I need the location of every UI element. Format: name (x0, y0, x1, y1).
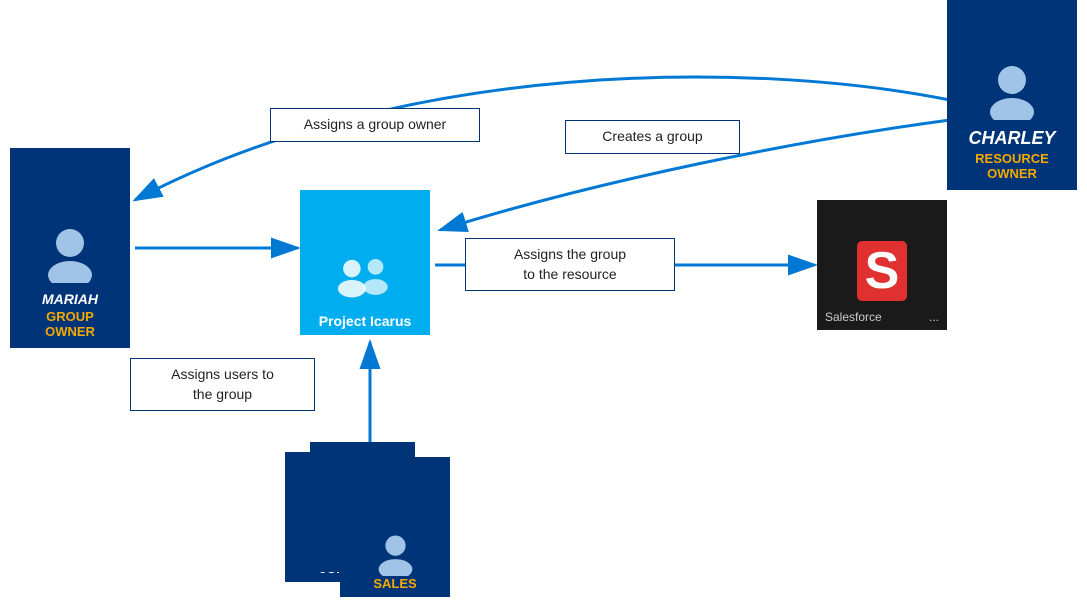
mariah-name: MARIAH (40, 287, 100, 309)
salesforce-label: Salesforce (825, 310, 882, 324)
assigns-resource-text: Assigns the groupto the resource (514, 246, 626, 282)
assigns-owner-label: Assigns a group owner (270, 108, 480, 142)
charley-role: RESOURCEOWNER (975, 151, 1049, 182)
salesforce-dots: ... (929, 310, 939, 324)
mariah-avatar-icon (40, 223, 100, 283)
assigns-users-text: Assigns users tothe group (171, 366, 274, 402)
sales-card: SALES (340, 457, 450, 597)
group-icon (330, 252, 400, 307)
salesforce-card: S Salesforce ... (817, 200, 947, 330)
creates-group-label: Creates a group (565, 120, 740, 154)
sales-avatar-icon (373, 531, 418, 576)
charley-name: CHARLEY (966, 124, 1057, 151)
mariah-role: GROUPOWNER (45, 309, 95, 340)
charley-card: CHARLEY RESOURCEOWNER (947, 0, 1077, 190)
assigns-resource-label: Assigns the groupto the resource (465, 238, 675, 291)
charley-avatar-icon (982, 60, 1042, 120)
salesforce-logo-icon: S (847, 236, 917, 306)
assigns-users-label: Assigns users tothe group (130, 358, 315, 411)
group-label: Project Icarus (319, 313, 412, 329)
sales-role: SALES (373, 576, 416, 591)
svg-text:S: S (865, 242, 900, 300)
group-card: Project Icarus (300, 190, 430, 335)
mariah-card: MARIAH GROUPOWNER (10, 148, 130, 348)
